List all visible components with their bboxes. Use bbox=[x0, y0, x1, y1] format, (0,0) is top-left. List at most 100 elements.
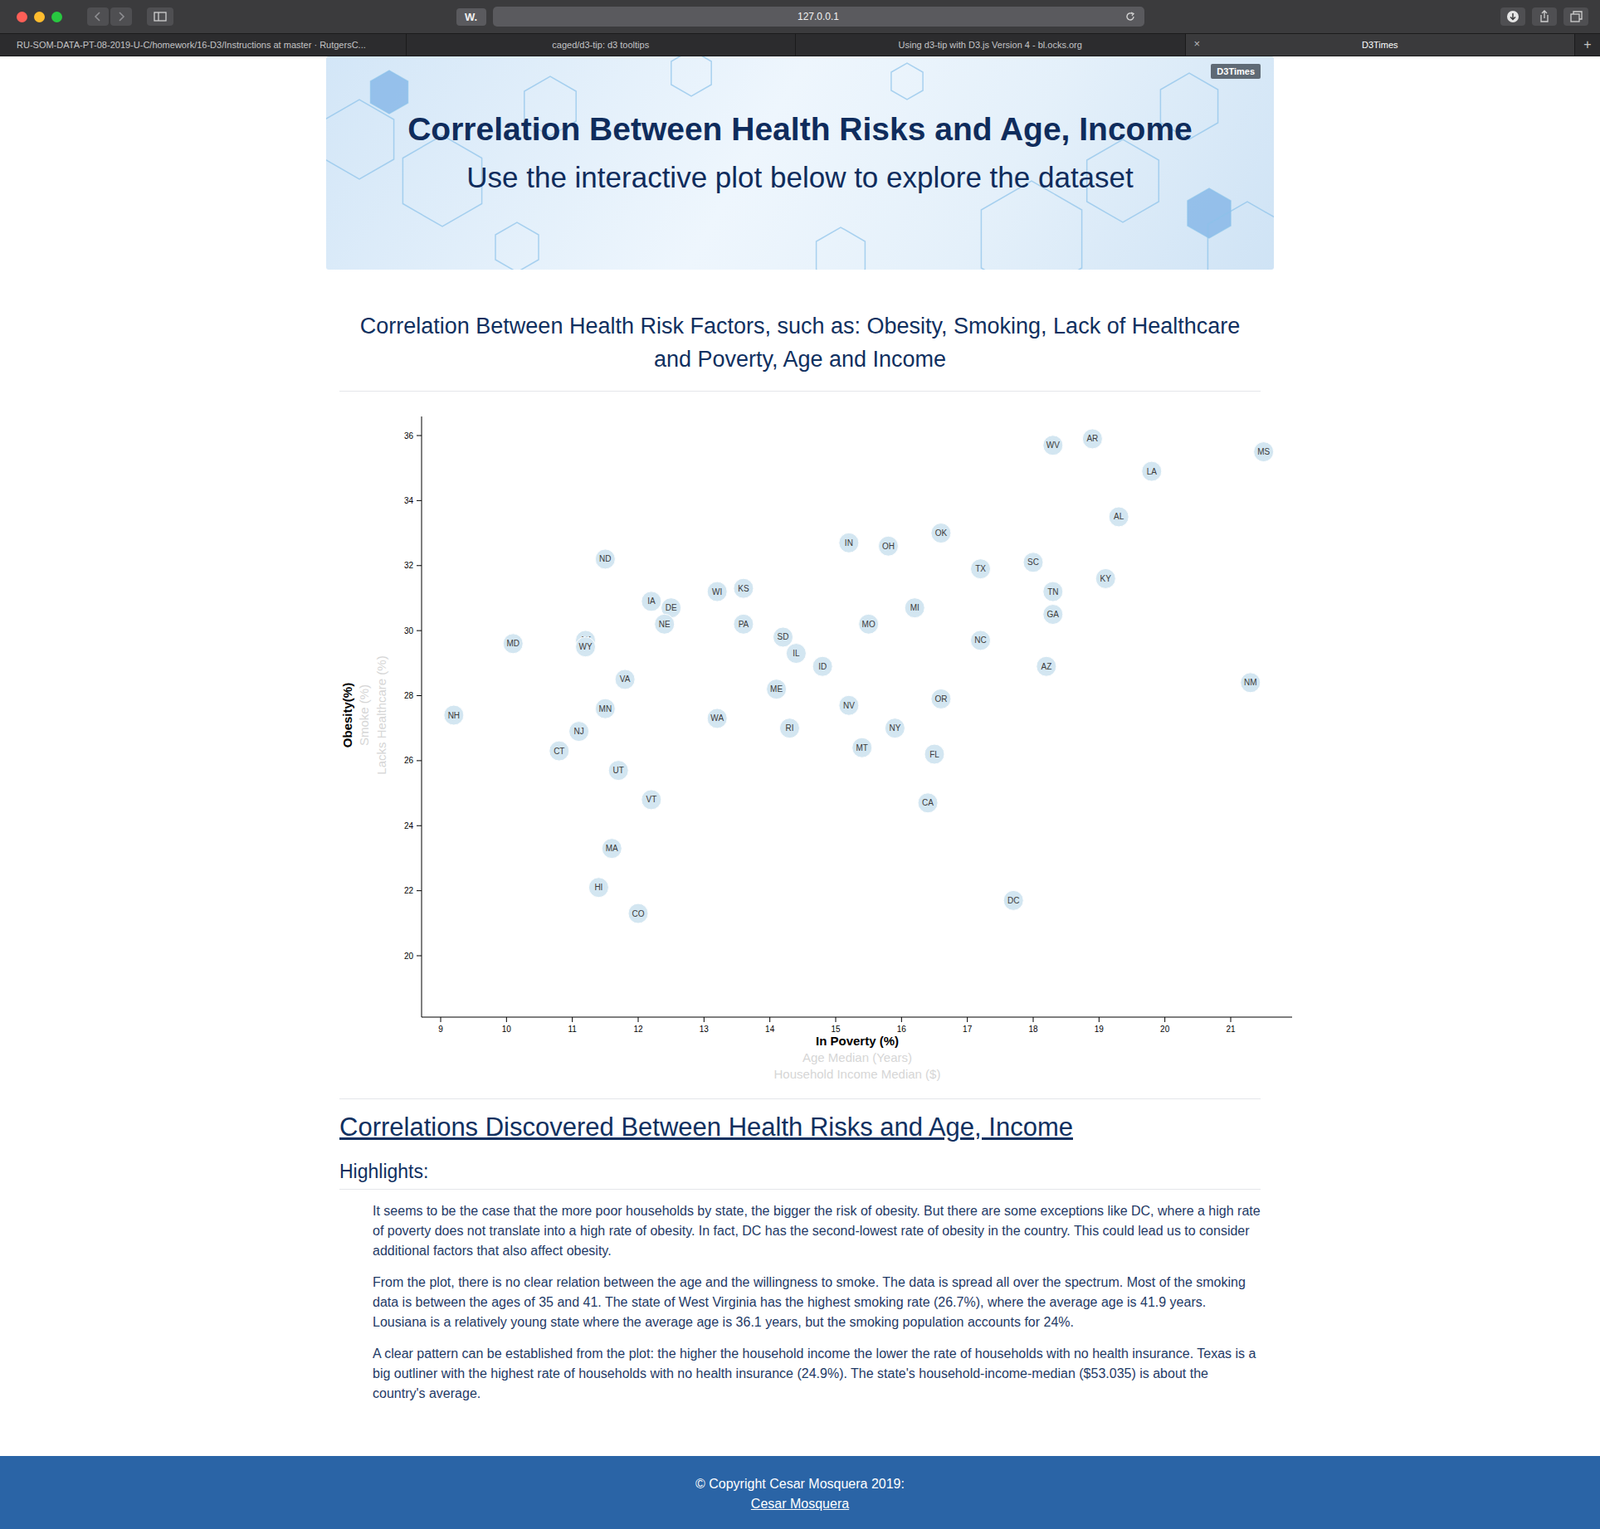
state-label: MA bbox=[605, 843, 619, 854]
state-point[interactable]: ME bbox=[766, 679, 787, 700]
tabs-overview-icon[interactable] bbox=[1563, 7, 1589, 26]
reader-badge[interactable]: W. bbox=[456, 8, 487, 26]
state-label: GA bbox=[1047, 609, 1060, 620]
state-label: AR bbox=[1086, 434, 1098, 444]
state-point[interactable]: ID bbox=[812, 656, 833, 677]
state-point[interactable]: UT bbox=[608, 760, 629, 781]
state-point[interactable]: VA bbox=[614, 669, 635, 690]
x-tick-label: 11 bbox=[567, 1024, 577, 1035]
browser-tab[interactable]: Using d3-tip with D3.js Version 4 - bl.o… bbox=[795, 34, 1186, 56]
state-point[interactable]: NY bbox=[884, 718, 905, 739]
state-point[interactable]: SC bbox=[1023, 552, 1044, 573]
state-point[interactable]: NJ bbox=[569, 721, 590, 742]
state-point[interactable]: FL bbox=[924, 744, 945, 765]
state-point[interactable]: TN bbox=[1043, 581, 1064, 602]
state-point[interactable]: AZ bbox=[1036, 656, 1057, 677]
back-icon[interactable] bbox=[87, 7, 109, 26]
state-point[interactable]: KY bbox=[1095, 568, 1116, 589]
x-axis bbox=[421, 1017, 1293, 1019]
state-point[interactable]: OH bbox=[878, 536, 898, 557]
browser-tab[interactable]: caged/d3-tip: d3 tooltips bbox=[406, 34, 797, 56]
state-point[interactable]: RI bbox=[779, 718, 800, 739]
state-point[interactable]: NC bbox=[970, 630, 991, 651]
state-label: OK bbox=[935, 528, 948, 538]
browser-tab[interactable]: × D3Times bbox=[1185, 34, 1576, 56]
state-point[interactable]: VT bbox=[641, 790, 662, 810]
x-axis-label[interactable]: Household Income Median ($) bbox=[774, 1067, 942, 1082]
zoom-window-icon[interactable] bbox=[51, 11, 63, 23]
state-point[interactable]: TX bbox=[970, 559, 991, 580]
x-axis-label[interactable]: In Poverty (%) bbox=[815, 1034, 899, 1049]
state-point[interactable]: LA bbox=[1141, 461, 1162, 482]
highlights-section: Correlations Discovered Between Health R… bbox=[326, 1098, 1274, 1405]
divider bbox=[339, 390, 1261, 392]
x-axis-label[interactable]: Age Median (Years) bbox=[802, 1050, 913, 1065]
state-point[interactable]: ND bbox=[595, 549, 615, 570]
new-tab-button[interactable]: + bbox=[1575, 34, 1600, 56]
chart-title: Correlation Between Health Risk Factors,… bbox=[339, 309, 1261, 376]
y-axis-label[interactable]: Obesity(%) bbox=[340, 682, 355, 748]
state-point[interactable]: SD bbox=[773, 627, 794, 648]
state-point[interactable]: MD bbox=[502, 634, 523, 654]
state-point[interactable]: WV bbox=[1043, 435, 1064, 456]
x-tick: 14 bbox=[765, 1017, 776, 1035]
minimize-window-icon[interactable] bbox=[34, 11, 45, 23]
download-icon[interactable] bbox=[1500, 7, 1526, 26]
state-point[interactable]: CA bbox=[917, 793, 938, 814]
tab-label: D3Times bbox=[1361, 39, 1399, 50]
state-point[interactable]: WY bbox=[575, 637, 596, 658]
state-point[interactable]: HI bbox=[588, 878, 609, 898]
state-point[interactable]: MO bbox=[858, 614, 879, 635]
state-point[interactable]: KS bbox=[733, 578, 754, 599]
state-point[interactable]: DC bbox=[1003, 890, 1024, 911]
state-label: NJ bbox=[573, 726, 584, 737]
y-tick: 22 bbox=[404, 886, 422, 896]
y-axis-label[interactable]: Smoke (%) bbox=[356, 684, 371, 747]
tab-label: Using d3-tip with D3.js Version 4 - bl.o… bbox=[898, 39, 1083, 50]
state-point[interactable]: MS bbox=[1253, 442, 1274, 463]
state-point[interactable]: MA bbox=[601, 839, 622, 859]
state-point[interactable]: MI bbox=[904, 598, 925, 619]
tab-close-button[interactable]: × bbox=[1194, 38, 1201, 49]
state-point[interactable]: CO bbox=[628, 903, 649, 924]
state-point[interactable]: OK bbox=[931, 523, 952, 544]
sidebar-icon[interactable] bbox=[146, 7, 174, 26]
state-point[interactable]: OR bbox=[931, 688, 952, 709]
state-point[interactable]: NE bbox=[654, 614, 675, 635]
page: W. 127.0.0.1 RU-SOM-DATA-PT-08-2019-U-C/ho… bbox=[0, 0, 1600, 1529]
banner-tag: D3Times bbox=[1210, 63, 1261, 79]
browser-tab[interactable]: RU-SOM-DATA-PT-08-2019-U-C/homework/16-D… bbox=[0, 34, 407, 56]
state-point[interactable]: MN bbox=[595, 698, 615, 719]
address-bar[interactable]: 127.0.0.1 bbox=[492, 6, 1145, 27]
state-point[interactable]: MT bbox=[852, 737, 873, 758]
x-tick: 13 bbox=[699, 1017, 710, 1035]
state-point[interactable]: WI bbox=[707, 581, 727, 602]
state-label: WI bbox=[712, 587, 722, 597]
x-tick: 21 bbox=[1225, 1017, 1236, 1035]
forward-icon[interactable] bbox=[110, 7, 132, 26]
state-point[interactable]: IA bbox=[641, 591, 662, 612]
state-label: SC bbox=[1027, 557, 1040, 567]
share-icon[interactable] bbox=[1531, 7, 1557, 26]
x-tick: 20 bbox=[1160, 1017, 1171, 1035]
state-point[interactable]: CT bbox=[549, 741, 570, 761]
divider bbox=[339, 1189, 1261, 1191]
state-point[interactable]: AR bbox=[1082, 429, 1103, 449]
close-window-icon[interactable] bbox=[16, 11, 28, 23]
state-label: WV bbox=[1046, 440, 1060, 450]
state-label: UT bbox=[613, 765, 625, 776]
state-point[interactable]: NH bbox=[443, 705, 464, 726]
state-point[interactable]: IN bbox=[839, 532, 859, 553]
state-point[interactable]: PA bbox=[733, 614, 754, 635]
reload-icon[interactable] bbox=[1124, 10, 1137, 23]
state-point[interactable]: NV bbox=[839, 695, 859, 716]
state-point[interactable]: NM bbox=[1240, 673, 1261, 693]
author-link[interactable]: Cesar Mosquera bbox=[751, 1497, 849, 1512]
y-tick: 20 bbox=[404, 951, 422, 961]
y-tick-label: 24 bbox=[404, 821, 415, 831]
y-axis-label[interactable]: Lacks Healthcare (%) bbox=[374, 655, 389, 775]
state-point[interactable]: WA bbox=[707, 708, 727, 729]
state-point[interactable]: GA bbox=[1043, 604, 1064, 625]
state-point[interactable]: AL bbox=[1108, 507, 1129, 527]
state-point[interactable]: IL bbox=[785, 643, 806, 664]
